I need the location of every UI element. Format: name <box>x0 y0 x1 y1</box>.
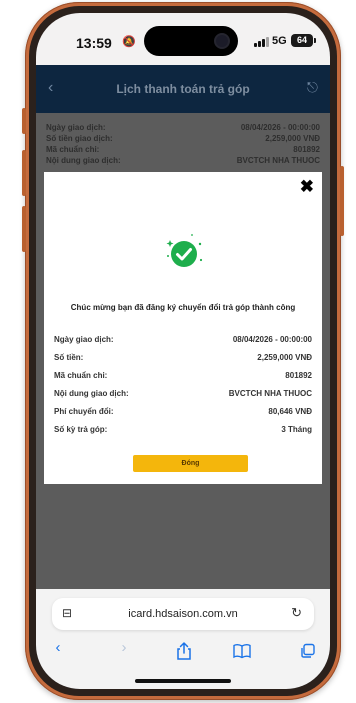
success-message: Chúc mừng bạn đã đăng ký chuyển đổi trả … <box>70 303 296 312</box>
detail-row: Ngày giao dịch: 08/04/2026 - 00:00:00 <box>54 335 312 344</box>
row-value: 801892 <box>293 145 320 154</box>
volume-button <box>22 150 26 196</box>
browser-bottom-bar: ⊟ icard.hdsaison.com.vn ↻ ‹ › <box>36 589 330 689</box>
detail-value: 80,646 VNĐ <box>268 407 312 416</box>
list-item: Số tiền giao dịch: 2,259,000 VNĐ <box>46 134 320 143</box>
browser-toolbar: ‹ › <box>36 639 330 663</box>
power-button <box>340 166 344 236</box>
row-label: Ngày giao dịch: <box>46 123 106 132</box>
reload-icon[interactable]: ↻ <box>291 605 302 621</box>
screen: 13:59 🔕 5G 64 ‹ Lịch thanh toán trả góp … <box>36 13 330 689</box>
detail-value: 08/04/2026 - 00:00:00 <box>232 335 312 344</box>
share-icon[interactable] <box>174 641 194 661</box>
url-text[interactable]: icard.hdsaison.com.vn <box>52 608 314 620</box>
tabs-icon[interactable] <box>298 643 318 659</box>
chevron-left-icon[interactable]: ‹ <box>48 639 68 656</box>
row-label: Số tiền giao dịch: <box>46 134 113 143</box>
logout-icon[interactable]: ⎋ <box>307 79 318 96</box>
app-header: ‹ Lịch thanh toán trả góp ⎋ <box>36 65 330 113</box>
battery-icon: 64 <box>291 34 316 47</box>
list-item: Ngày giao dịch: 08/04/2026 - 00:00:00 <box>46 123 320 132</box>
row-value: BVCTCH NHA THUOC <box>236 156 320 165</box>
camera-icon <box>214 33 230 49</box>
detail-value: BVCTCH NHA THUOC <box>228 389 312 398</box>
detail-row: Phí chuyển đổi: 80,646 VNĐ <box>54 407 312 416</box>
success-dialog: ✖ Chúc mừng bạn đã đăng ký chuyển đổi tr… <box>44 172 322 484</box>
detail-value: 801892 <box>285 371 312 380</box>
detail-label: Số kỳ trả góp: <box>54 425 108 434</box>
book-icon[interactable] <box>232 643 252 659</box>
close-button[interactable]: Đóng <box>133 455 248 472</box>
detail-label: Mã chuẩn chi: <box>54 371 108 380</box>
dynamic-island <box>144 26 238 56</box>
signal-icon <box>254 37 269 47</box>
home-indicator[interactable] <box>135 679 231 683</box>
detail-label: Ngày giao dịch: <box>54 335 114 344</box>
detail-label: Phí chuyển đổi: <box>54 407 114 416</box>
detail-row: Mã chuẩn chi: 801892 <box>54 371 312 380</box>
list-item: Nội dung giao dịch: BVCTCH NHA THUOC <box>46 156 320 165</box>
success-check-icon <box>166 234 203 267</box>
address-bar[interactable]: ⊟ icard.hdsaison.com.vn ↻ <box>52 598 314 630</box>
detail-label: Nội dung giao dịch: <box>54 389 129 398</box>
row-value: 08/04/2026 - 00:00:00 <box>240 123 320 132</box>
detail-row: Số tiền: 2,259,000 VNĐ <box>54 353 312 362</box>
row-value: 2,259,000 VNĐ <box>265 134 320 143</box>
volume-button <box>22 206 26 252</box>
volume-button <box>22 108 26 134</box>
network-label: 5G <box>272 35 287 47</box>
detail-row: Nội dung giao dịch: BVCTCH NHA THUOC <box>54 389 312 398</box>
page-title: Lịch thanh toán trả góp <box>116 82 250 96</box>
row-label: Mã chuẩn chi: <box>46 145 100 154</box>
close-icon[interactable]: ✖ <box>300 178 314 195</box>
silent-bell-icon: 🔕 <box>122 36 136 48</box>
detail-row: Số kỳ trả góp: 3 Tháng <box>54 425 312 434</box>
status-bar: 13:59 🔕 5G 64 <box>36 13 330 65</box>
detail-value: 2,259,000 VNĐ <box>257 353 312 362</box>
detail-label: Số tiền: <box>54 353 84 362</box>
chevron-right-icon[interactable]: › <box>114 639 134 656</box>
status-time: 13:59 <box>76 35 112 51</box>
list-item: Mã chuẩn chi: 801892 <box>46 145 320 154</box>
row-label: Nội dung giao dịch: <box>46 156 121 165</box>
detail-value: 3 Tháng <box>281 425 312 434</box>
